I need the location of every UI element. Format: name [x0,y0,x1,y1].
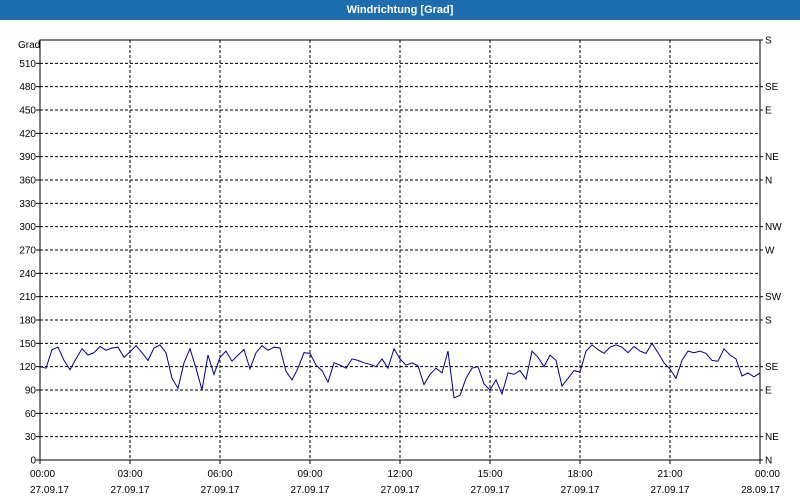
x-tick-date-label: 28.09.17 [741,485,780,496]
x-tick-date-label: 27.09.17 [111,485,150,496]
right-axis-label: NE [765,432,779,443]
x-tick-date-label: 27.09.17 [561,485,600,496]
x-tick-date-label: 27.09.17 [30,485,69,496]
x-tick-time-label: 00:00 [30,469,55,480]
right-axis-label: SW [765,292,782,303]
y-tick-label: 210 [19,292,36,303]
y-tick-label: 120 [19,362,36,373]
x-tick-time-label: 00:00 [755,469,780,480]
right-axis-label: SE [765,82,779,93]
x-tick-time-label: 12:00 [387,469,412,480]
x-tick-time-label: 03:00 [117,469,142,480]
x-tick-date-label: 27.09.17 [381,485,420,496]
right-axis-label: S [765,316,772,327]
x-tick-time-label: 06:00 [207,469,232,480]
right-axis-label: E [765,386,772,397]
y-tick-label: 480 [19,82,36,93]
y-tick-label: 90 [25,386,37,397]
y-tick-label: 60 [25,409,37,420]
y-tick-label: 330 [19,199,36,210]
grid-lines [40,40,760,460]
y-axis-label: Grad [18,40,40,51]
y-tick-label: 270 [19,246,36,257]
y-tick-label: 390 [19,152,36,163]
axis-labels: 0 30 60 90 120 150 180 210 240 270 300 330 360 390 420… [19,36,782,497]
y-tick-label: 450 [19,106,36,117]
y-tick-label: 30 [25,432,37,443]
right-axis-label: NE [765,152,779,163]
wind-direction-chart: Grad 0 30 60 90 120 150 180 210 240 270 300 330 360 3… [18,36,782,497]
x-tick-date-label: 27.09.17 [651,485,690,496]
x-tick-time-label: 21:00 [657,469,682,480]
right-axis-label: W [765,246,775,257]
x-tick-time-label: 09:00 [297,469,322,480]
y-tick-label: 510 [19,59,36,70]
y-tick-label: 420 [19,129,36,140]
y-tick-label: 0 [30,456,36,467]
y-tick-label: 150 [19,339,36,350]
x-tick-time-label: 18:00 [567,469,592,480]
x-tick-date-label: 27.09.17 [471,485,510,496]
y-tick-label: 300 [19,222,36,233]
y-tick-label: 240 [19,269,36,280]
right-axis-label: N [765,176,772,187]
right-axis-label: N [765,456,772,467]
right-axis-label: NW [765,222,782,233]
x-tick-date-label: 27.09.17 [291,485,330,496]
right-axis-label: SE [765,362,779,373]
y-tick-label: 180 [19,316,36,327]
right-axis-label: S [765,36,772,47]
right-axis-label: E [765,106,772,117]
y-tick-label: 360 [19,176,36,187]
x-tick-time-label: 15:00 [477,469,502,480]
x-tick-date-label: 27.09.17 [201,485,240,496]
